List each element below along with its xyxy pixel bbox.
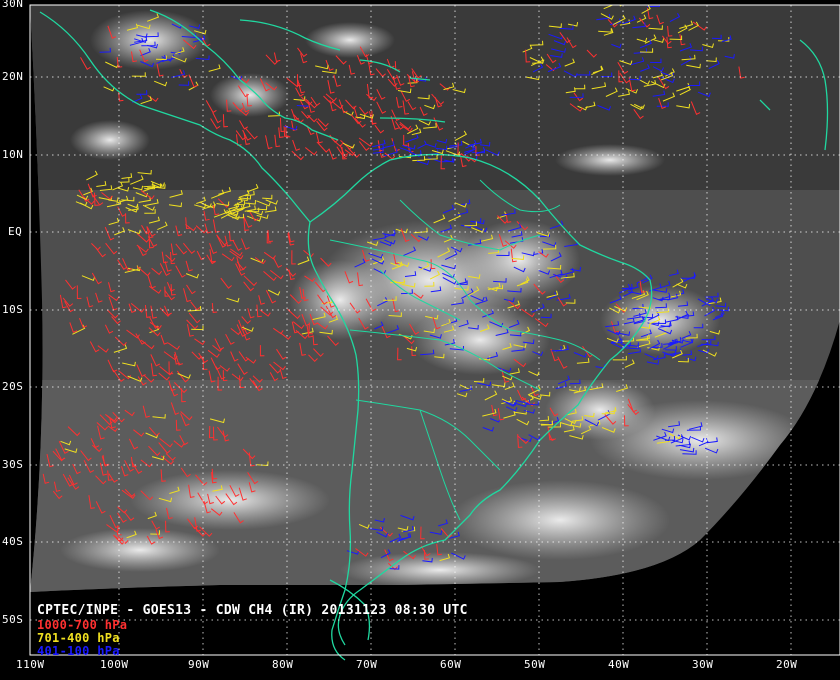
- lat-label-eq: EQ: [8, 225, 23, 238]
- lon-label-110w: 110W: [16, 658, 45, 671]
- lon-label-90w: 90W: [188, 658, 210, 671]
- lat-label-30s: 30S: [2, 458, 24, 471]
- lat-label-20s: 20S: [2, 380, 24, 393]
- lon-label-70w: 70W: [356, 658, 378, 671]
- image-caption: CPTEC/INPE - GOES13 - CDW CH4 (IR) 20131…: [37, 603, 468, 618]
- lat-label-10s: 10S: [2, 303, 24, 316]
- lon-label-50w: 50W: [524, 658, 546, 671]
- legend-high-level: 401-100 hPa: [37, 644, 120, 658]
- lat-label-30n: 30N: [2, 0, 24, 10]
- lon-label-20w: 20W: [776, 658, 798, 671]
- lon-label-40w: 40W: [608, 658, 630, 671]
- satellite-wind-map: [0, 0, 840, 680]
- lon-label-100w: 100W: [100, 658, 129, 671]
- lat-label-20n: 20N: [2, 70, 24, 83]
- lat-label-50s: 50S: [2, 613, 24, 626]
- lat-label-10n: 10N: [2, 148, 24, 161]
- lon-label-60w: 60W: [440, 658, 462, 671]
- legend-mid-level: 701-400 hPa: [37, 631, 120, 645]
- lat-label-40s: 40S: [2, 535, 24, 548]
- lon-label-30w: 30W: [692, 658, 714, 671]
- legend-low-level: 1000-700 hPa: [37, 618, 128, 632]
- lon-label-80w: 80W: [272, 658, 294, 671]
